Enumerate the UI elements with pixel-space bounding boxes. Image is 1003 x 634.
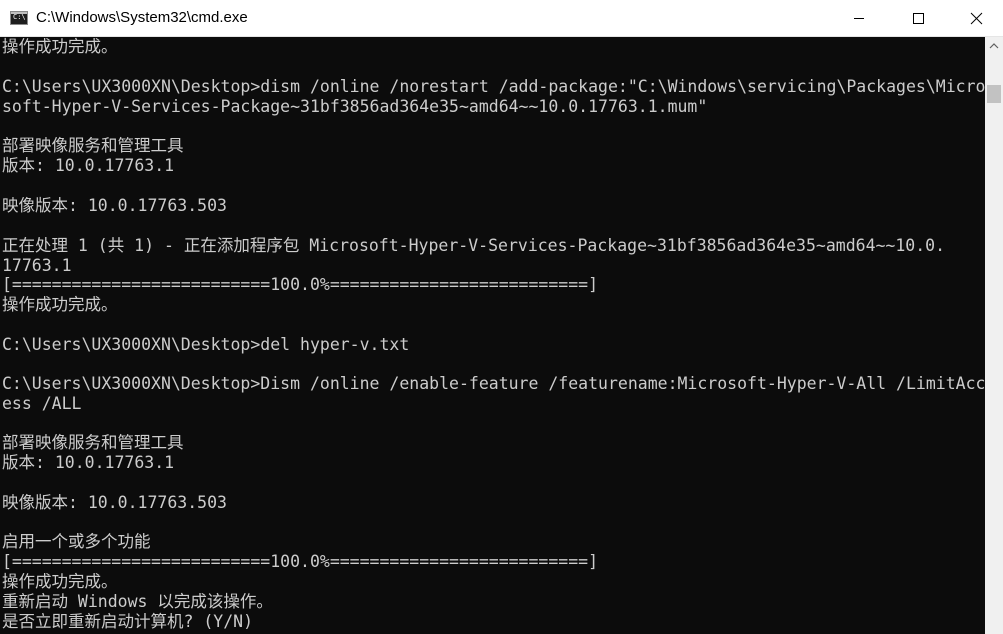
- console-prompt-line[interactable]: 是否立即重新启动计算机? (Y/N): [2, 612, 253, 632]
- console-line: C:\Users\UX3000XN\Desktop>del hyper-v.tx…: [2, 335, 410, 354]
- cmd-window: C:\ C:\Windows\System32\cmd.exe 操作成功完成。 …: [0, 0, 1003, 634]
- console-line: 重新启动 Windows 以完成该操作。: [2, 592, 273, 611]
- maximize-icon: [913, 13, 924, 24]
- progress-bar-line: [==========================100.0%=======…: [2, 552, 599, 571]
- minimize-icon: [854, 18, 864, 19]
- console-line: 映像版本: 10.0.17763.503: [2, 493, 227, 512]
- icon-glyph: C:\: [13, 13, 26, 21]
- window-title: C:\Windows\System32\cmd.exe: [36, 9, 248, 26]
- console-line: ess /ALL: [2, 394, 82, 413]
- vertical-scrollbar[interactable]: [985, 37, 1003, 634]
- console-line: soft-Hyper-V-Services-Package~31bf3856ad…: [2, 97, 708, 116]
- console-line: 正在处理 1 (共 1) - 正在添加程序包 Microsoft-Hyper-V…: [2, 236, 946, 255]
- scroll-up-button[interactable]: [985, 37, 1003, 55]
- console-output[interactable]: 操作成功完成。 C:\Users\UX3000XN\Desktop>dism /…: [0, 37, 985, 634]
- progress-bar-line: [==========================100.0%=======…: [2, 275, 599, 294]
- console-line: 部署映像服务和管理工具: [2, 136, 184, 155]
- close-button[interactable]: [948, 0, 1003, 36]
- console-line: C:\Users\UX3000XN\Desktop>Dism /online /…: [2, 374, 985, 393]
- console-app-icon[interactable]: C:\: [10, 11, 28, 25]
- console-line: 启用一个或多个功能: [2, 532, 151, 551]
- console-line: 部署映像服务和管理工具: [2, 433, 184, 452]
- console-line: 操作成功完成。: [2, 572, 118, 591]
- chevron-up-icon: [989, 43, 999, 49]
- console-line: 版本: 10.0.17763.1: [2, 156, 175, 175]
- console-line: 操作成功完成。: [2, 295, 118, 314]
- scrollbar-thumb[interactable]: [987, 85, 1001, 103]
- console-line: 操作成功完成。: [2, 37, 118, 56]
- maximize-button[interactable]: [889, 0, 947, 36]
- console-line: 映像版本: 10.0.17763.503: [2, 196, 227, 215]
- close-icon: [970, 12, 983, 25]
- console-line: 17763.1: [2, 256, 72, 275]
- title-bar[interactable]: C:\ C:\Windows\System32\cmd.exe: [0, 0, 1003, 37]
- console-line: C:\Users\UX3000XN\Desktop>dism /online /…: [2, 77, 985, 96]
- minimize-button[interactable]: [830, 0, 888, 36]
- console-line: 版本: 10.0.17763.1: [2, 453, 175, 472]
